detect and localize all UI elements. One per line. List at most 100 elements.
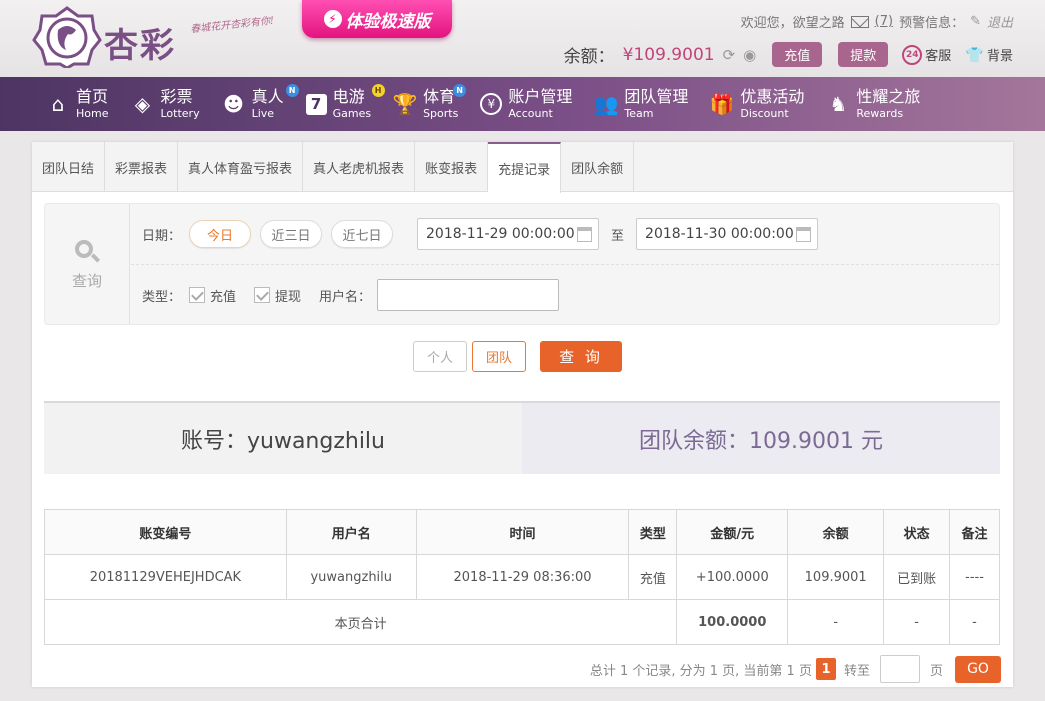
records-table: 账变编号 用户名 时间 类型 金额/元 余额 状态 备注 20181129VEH… xyxy=(43,509,1000,645)
date-to-label: 至 xyxy=(611,228,625,244)
nav-sublabel: Rewards xyxy=(856,107,904,120)
last-seven-days-button[interactable]: 近七日 xyxy=(331,220,394,248)
tab-team-daily[interactable]: 团队日结 xyxy=(32,142,106,192)
current-page[interactable]: 1 xyxy=(815,658,836,680)
nav-sports[interactable]: 🏆 体育 Sports N xyxy=(392,77,467,131)
nav-team[interactable]: 👥 团队管理 Team xyxy=(594,77,688,131)
end-date-input[interactable]: 2018-11-30 00:00:00 xyxy=(636,218,819,250)
nav-label: 账户管理 xyxy=(508,87,573,106)
username-input[interactable] xyxy=(377,279,560,311)
tab-lottery-report[interactable]: 彩票报表 xyxy=(105,142,179,192)
nav-home[interactable]: ⌂ 首页 Home xyxy=(46,77,109,131)
new-badge: N xyxy=(285,84,299,97)
type-label: 类型： xyxy=(142,289,182,305)
logo-emblem-icon[interactable] xyxy=(32,6,102,68)
nav-sublabel: Home xyxy=(76,107,109,120)
edit-icon[interactable]: ✎ xyxy=(970,14,981,29)
account-summary: 账号：yuwangzhilu xyxy=(44,403,522,474)
service-24h-icon: 24 xyxy=(902,44,923,65)
mail-icon[interactable] xyxy=(850,15,869,28)
tab-live-sports-report[interactable]: 真人体育盈亏报表 xyxy=(178,142,304,192)
last-three-days-button[interactable]: 近三日 xyxy=(260,220,323,248)
hide-eye-icon[interactable]: ◉ xyxy=(743,46,756,64)
type-row: 类型： 充值 提现 用户名： xyxy=(142,279,560,311)
nav-games[interactable]: 7 电游 Games H xyxy=(305,77,385,131)
col-header: 时间 xyxy=(415,509,630,555)
tab-team-balance[interactable]: 团队余额 xyxy=(561,142,635,192)
nav-live[interactable]: ☻ 真人 Live N xyxy=(222,77,299,131)
gift-icon: 🎁 xyxy=(709,92,735,116)
nav-label: 电游 xyxy=(332,87,365,106)
query-side: 查询 xyxy=(45,204,130,324)
trophy-icon: 🏆 xyxy=(392,92,418,116)
nav-lottery[interactable]: ◈ 彩票 Lottery xyxy=(130,77,200,131)
start-date-input[interactable]: 2018-11-29 00:00:00 xyxy=(417,218,600,250)
cell-balance: 109.9001 xyxy=(787,554,885,600)
report-panel: 团队日结 彩票报表 真人体育盈亏报表 真人老虎机报表 账变报表 充提记录 团队余… xyxy=(32,142,1013,687)
nav-account[interactable]: ¥ 账户管理 Account xyxy=(480,77,572,131)
lightning-icon: ⚡ xyxy=(323,10,342,28)
report-tabs: 团队日结 彩票报表 真人体育盈亏报表 真人老虎机报表 账变报表 充提记录 团队余… xyxy=(32,142,1013,193)
balance-row: 余额： ¥109.9001 ⟳ ◉ 充值 提款 24 客服 👕 背景 xyxy=(564,42,1013,67)
deposit-checkbox[interactable] xyxy=(189,287,206,303)
warning-label: 预警信息： xyxy=(899,16,965,31)
logo-slogan: 春城花开杏彩有你! xyxy=(189,15,275,36)
calendar-icon[interactable] xyxy=(577,227,593,242)
refresh-icon[interactable]: ⟳ xyxy=(723,46,736,64)
balance-value: ¥109.9001 xyxy=(622,44,715,65)
query-button[interactable]: 查 询 xyxy=(540,341,622,372)
page-jump-input[interactable] xyxy=(879,655,920,683)
skin-label: 背景 xyxy=(986,49,1013,64)
date-label: 日期： xyxy=(142,228,182,244)
nav-label: 首页 xyxy=(76,87,109,106)
tab-account-change-report[interactable]: 账变报表 xyxy=(415,142,489,192)
mail-count[interactable]: (7) xyxy=(875,14,893,29)
col-header: 备注 xyxy=(949,509,1000,555)
jump-label: 转至 xyxy=(843,663,870,679)
total-label: 本页合计 xyxy=(43,599,678,645)
nav-discount[interactable]: 🎁 优惠活动 Discount xyxy=(710,77,804,131)
nav-label: 优惠活动 xyxy=(740,87,805,106)
top-header: 杏彩 春城花开杏彩有你! ⚡ 体验极速版 欢迎您，欲望之路 (7) 预警信息： … xyxy=(0,0,1045,77)
balance-label: 余额： xyxy=(563,47,615,67)
withdraw-button[interactable]: 提款 xyxy=(838,42,889,67)
tab-live-slots-report[interactable]: 真人老虎机报表 xyxy=(303,142,416,192)
search-icon xyxy=(73,238,101,266)
cell-amount: +100.0000 xyxy=(676,554,789,600)
tab-deposit-withdraw-records[interactable]: 充提记录 xyxy=(488,142,562,193)
home-icon: ⌂ xyxy=(51,92,65,116)
logout-link[interactable]: 退出 xyxy=(987,12,1013,31)
deposit-checkbox-label: 充值 xyxy=(210,289,237,305)
nav-sublabel: Games xyxy=(332,107,372,120)
today-button[interactable]: 今日 xyxy=(189,220,252,248)
logo-text[interactable]: 杏彩 xyxy=(104,18,176,67)
top-links: 欢迎您，欲望之路 (7) 预警信息： ✎ 退出 xyxy=(741,12,1013,31)
personal-mode-button[interactable]: 个人 xyxy=(413,341,467,372)
customer-service-link[interactable]: 24 客服 xyxy=(902,44,951,65)
col-header: 余额 xyxy=(787,509,885,555)
cell-note: ---- xyxy=(949,554,1000,600)
nav-rewards[interactable]: ♞ 性耀之旅 Rewards xyxy=(826,77,920,131)
team-users-icon: 👥 xyxy=(593,92,619,116)
col-header: 账变编号 xyxy=(44,509,287,555)
yen-coin-icon: ¥ xyxy=(480,93,503,115)
withdraw-checkbox[interactable] xyxy=(254,287,271,303)
col-header: 状态 xyxy=(883,509,951,555)
nav-sublabel: Lottery xyxy=(160,107,200,120)
total-status: - xyxy=(883,599,951,645)
nav-label: 团队管理 xyxy=(624,87,689,106)
col-header: 用户名 xyxy=(285,509,417,555)
team-mode-button[interactable]: 团队 xyxy=(472,341,526,372)
go-button[interactable]: GO xyxy=(955,655,1001,683)
calendar-icon[interactable] xyxy=(796,227,812,242)
nav-sublabel: Sports xyxy=(423,107,459,120)
page-label: 页 xyxy=(929,663,943,679)
speed-version-button[interactable]: ⚡ 体验极速版 xyxy=(302,0,452,38)
nav-label: 彩票 xyxy=(160,87,193,106)
query-divider xyxy=(131,264,999,265)
username-label: 用户名： xyxy=(319,289,372,305)
shirt-icon: 👕 xyxy=(965,45,984,64)
skin-link[interactable]: 👕 背景 xyxy=(965,45,1013,65)
nav-sublabel: Account xyxy=(508,107,553,120)
deposit-button[interactable]: 充值 xyxy=(772,42,823,67)
